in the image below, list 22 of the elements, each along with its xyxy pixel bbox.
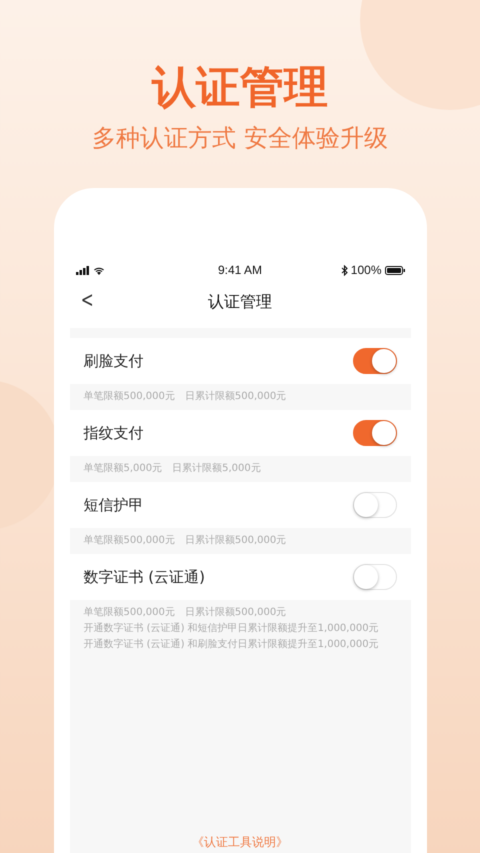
setting-label: 短信护甲 [84, 496, 144, 514]
limit-note: 开通数字证书 (云证通) 和短信护甲日累计限额提升至1,000,000元 [84, 622, 380, 636]
limit-note: 单笔限额500,000元 日累计限额500,000元 [84, 534, 288, 548]
headline: 认证管理 [152, 61, 328, 115]
limit-note: 开通数字证书 (云证通) 和刷脸支付日累计限额提升至1,000,000元 [84, 638, 380, 652]
battery-icon [384, 266, 404, 274]
status-time: 9:41 AM [218, 263, 262, 277]
limit-note: 单笔限额500,000元 日累计限额500,000元 [84, 606, 288, 620]
toggle-switch[interactable] [352, 420, 396, 446]
limit-note: 单笔限额5,000元 日累计限额5,000元 [84, 462, 262, 476]
setting-label: 数字证书 (云证通) [84, 568, 205, 586]
battery-percent: 100% [350, 263, 382, 277]
screen-title: 认证管理 [208, 292, 272, 312]
setting-label: 刷脸支付 [84, 352, 144, 370]
setting-label: 指纹支付 [84, 424, 144, 442]
tagline: 多种认证方式 安全体验升级 [92, 123, 388, 154]
toggle-switch[interactable] [352, 348, 396, 374]
wifi-icon [92, 266, 104, 274]
bluetooth-icon [340, 264, 348, 276]
back-button[interactable]: < [77, 288, 96, 313]
signal-icon [76, 266, 90, 274]
limit-note: 单笔限额500,000元 日累计限额500,000元 [84, 390, 288, 404]
